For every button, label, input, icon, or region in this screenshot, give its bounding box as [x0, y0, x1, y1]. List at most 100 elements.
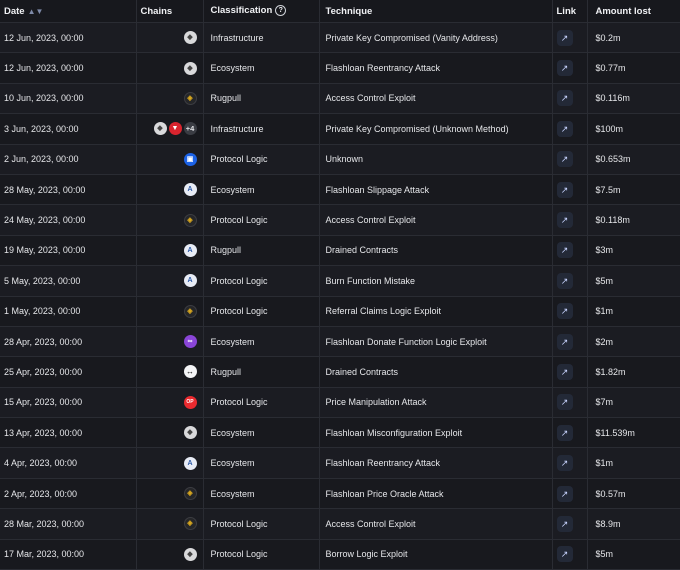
external-link-icon[interactable]: ↗ — [556, 212, 573, 229]
table-row[interactable]: 15 Apr, 2023, 00:00 OP Protocol Logic Price… — [0, 387, 680, 419]
external-link-icon[interactable]: ↗ — [556, 120, 573, 137]
technique-cell: Flashloan Donate Function Logic Exploit — [319, 326, 553, 358]
classification-value: Protocol Logic — [210, 306, 268, 317]
table-header-row: Date ▲▼ Chains Classification? Technique … — [0, 0, 680, 23]
table-row[interactable]: 10 Jun, 2023, 00:00 ◈ Rugpull Access Contro… — [0, 83, 680, 115]
external-link-icon[interactable]: ↗ — [556, 242, 573, 259]
external-link-icon[interactable]: ↗ — [556, 363, 573, 380]
classification-cell: Ecosystem — [203, 478, 320, 510]
external-link-icon[interactable]: ↗ — [556, 515, 573, 532]
amount-value: $0.118m — [595, 215, 630, 226]
external-link-icon[interactable]: ↗ — [556, 333, 573, 350]
link-cell: ↗ — [552, 447, 588, 479]
optimism-icon: OP — [183, 395, 197, 409]
chains-cell: A — [136, 235, 204, 267]
classification-value: Protocol Logic — [210, 397, 268, 408]
table-row[interactable]: 5 May, 2023, 00:00 A Protocol Logic Burn Fu… — [0, 265, 680, 297]
table-row[interactable]: 17 Mar, 2023, 00:00 ◆ Protocol Logic Borrow… — [0, 539, 680, 570]
sort-icon[interactable]: ▲▼ — [28, 7, 44, 16]
technique-cell: Flashloan Price Oracle Attack — [319, 478, 553, 510]
chains-cell: ◈ — [136, 296, 204, 327]
external-link-icon[interactable]: ↗ — [556, 546, 573, 563]
technique-cell: Flashloan Reentrancy Attack — [319, 52, 553, 84]
chains-cell: ◆ ▼ +4 — [136, 113, 204, 145]
external-link-icon[interactable]: ↗ — [556, 485, 573, 502]
chains-cell: ◈ — [136, 204, 204, 236]
amount-cell: $11.539m — [587, 417, 680, 449]
table-row[interactable]: 19 May, 2023, 00:00 A Rugpull Drained Contr… — [0, 235, 680, 267]
table-row[interactable]: 2 Jun, 2023, 00:00 ▣ Protocol Logic Unknown… — [0, 144, 680, 175]
link-header-label: Link — [556, 5, 577, 17]
date-value: 19 May, 2023, 00:00 — [4, 245, 86, 256]
classification-cell: Rugpull — [203, 83, 320, 115]
link-cell: ↗ — [552, 508, 588, 540]
help-icon[interactable]: ? — [275, 5, 287, 17]
technique-cell: Flashloan Slippage Attack — [319, 174, 553, 206]
amount-value: $11.539m — [595, 427, 635, 438]
external-link-icon[interactable]: ↗ — [556, 90, 573, 107]
table-body: 12 Jun, 2023, 00:00 ◆ Infrastructure Privat… — [0, 22, 680, 570]
date-header[interactable]: Date ▲▼ — [0, 0, 137, 23]
external-link-icon[interactable]: ↗ — [556, 60, 573, 77]
date-cell: 15 Apr, 2023, 00:00 — [0, 387, 137, 419]
chains-cell: ◆ — [136, 22, 204, 54]
external-link-icon[interactable]: ↗ — [556, 303, 573, 320]
amount-cell: $0.57m — [587, 478, 680, 510]
link-cell: ↗ — [552, 174, 588, 206]
table-row[interactable]: 1 May, 2023, 00:00 ◈ Protocol Logic Referra… — [0, 296, 680, 327]
technique-cell: Access Control Exploit — [319, 204, 553, 236]
table-row[interactable]: 3 Jun, 2023, 00:00 ◆ ▼ +4 Infrastructure Priv… — [0, 113, 680, 145]
date-cell: 1 May, 2023, 00:00 — [0, 296, 137, 327]
external-link-icon[interactable]: ↗ — [556, 181, 573, 198]
classification-cell: Ecosystem — [203, 447, 320, 479]
link-cell: ↗ — [552, 417, 588, 449]
date-cell: 28 Apr, 2023, 00:00 — [0, 326, 137, 358]
external-link-icon[interactable]: ↗ — [556, 29, 573, 46]
ethereum-icon: ◆ — [183, 426, 197, 440]
link-cell: ↗ — [552, 387, 588, 419]
date-value: 2 Jun, 2023, 00:00 — [4, 154, 79, 165]
external-link-icon[interactable]: ↗ — [556, 424, 573, 441]
table-row[interactable]: 28 Mar, 2023, 00:00 ◈ Protocol Logic Access… — [0, 508, 680, 540]
classification-value: Protocol Logic — [210, 549, 268, 560]
classification-value: Rugpull — [210, 366, 242, 377]
table-row[interactable]: 4 Apr, 2023, 00:00 A Ecosystem Flashloan Re… — [0, 447, 680, 479]
amount-value: $0.653m — [595, 154, 631, 165]
table-row[interactable]: 28 Apr, 2023, 00:00 ∞ Ecosystem Flashloan D… — [0, 326, 680, 358]
classification-header-label: Classification — [210, 5, 273, 17]
table-row[interactable]: 24 May, 2023, 00:00 ◈ Protocol Logic Access… — [0, 204, 680, 236]
table-row[interactable]: 25 Apr, 2023, 00:00 ↔ Rugpull Drained Contr… — [0, 356, 680, 388]
classification-cell: Protocol Logic — [203, 296, 320, 327]
table-row[interactable]: 28 May, 2023, 00:00 A Ecosystem Flashloan S… — [0, 174, 680, 206]
technique-value: Private Key Compromised (Unknown Method) — [325, 123, 509, 134]
fantom-icon: ▣ — [183, 152, 197, 166]
table-row[interactable]: 13 Apr, 2023, 00:00 ◆ Ecosystem Flashloan M… — [0, 417, 680, 449]
arbitrum-icon: A — [183, 274, 197, 288]
amount-header[interactable]: Amount lost — [587, 0, 680, 23]
table-row[interactable]: 12 Jun, 2023, 00:00 ◆ Ecosystem Flashloan R… — [0, 52, 680, 84]
link-cell: ↗ — [552, 539, 588, 570]
table-row[interactable]: 2 Apr, 2023, 00:00 ◈ Ecosystem Flashloan Pr… — [0, 478, 680, 510]
classification-cell: Protocol Logic — [203, 539, 320, 570]
table-row[interactable]: 12 Jun, 2023, 00:00 ◆ Infrastructure Privat… — [0, 22, 680, 54]
technique-header-label: Technique — [325, 5, 373, 17]
date-header-label: Date — [4, 5, 25, 17]
bnb-icon: ◈ — [183, 91, 197, 105]
classification-cell: Infrastructure — [203, 113, 320, 145]
more-chains-badge[interactable]: +4 — [183, 122, 197, 136]
chains-cell: ◈ — [136, 508, 204, 540]
external-link-icon[interactable]: ↗ — [556, 151, 573, 168]
amount-cell: $8.9m — [587, 508, 680, 540]
amount-value: $1m — [595, 306, 614, 317]
external-link-icon[interactable]: ↗ — [556, 455, 573, 472]
ethereum-icon: ◆ — [183, 61, 197, 75]
external-link-icon[interactable]: ↗ — [556, 394, 573, 411]
classification-cell: Infrastructure — [203, 22, 320, 54]
date-value: 2 Apr, 2023, 00:00 — [4, 488, 78, 499]
date-cell: 2 Apr, 2023, 00:00 — [0, 478, 137, 510]
date-cell: 28 Mar, 2023, 00:00 — [0, 508, 137, 540]
amount-cell: $0.118m — [587, 204, 680, 236]
classification-value: Ecosystem — [210, 427, 255, 438]
amount-cell: $1m — [587, 447, 680, 479]
external-link-icon[interactable]: ↗ — [556, 272, 573, 289]
